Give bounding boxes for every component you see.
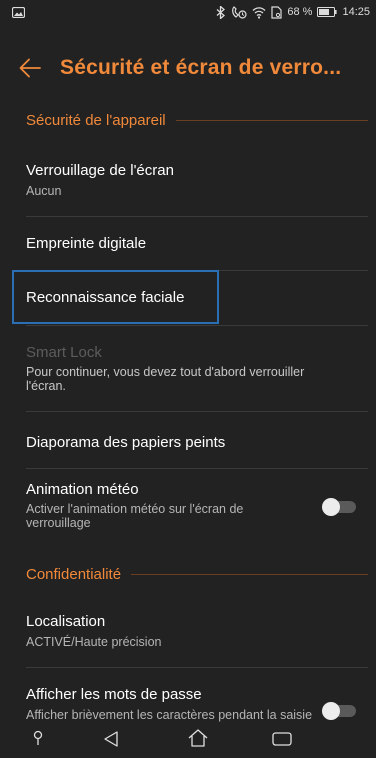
item-title: Animation météo [26, 481, 139, 498]
show-passwords-toggle[interactable] [322, 702, 356, 720]
weather-animation-toggle[interactable] [322, 498, 356, 516]
item-subtitle: Activer l'animation météo sur l'écran de… [26, 502, 244, 530]
nav-home-button[interactable] [184, 725, 212, 751]
assistant-button[interactable] [28, 728, 48, 748]
image-icon [12, 6, 25, 18]
wallpaper-slideshow-item[interactable]: Diaporama des papiers peints [0, 412, 376, 468]
item-subtitle: Pour continuer, vous devez tout d'abord … [26, 365, 305, 393]
item-title: Afficher les mots de passe [26, 686, 202, 703]
bluetooth-icon [216, 5, 226, 19]
assistant-icon [32, 730, 44, 746]
section-divider [175, 120, 368, 121]
item-title: Localisation [26, 613, 106, 630]
page-title: Sécurité et écran de verro... [60, 56, 342, 79]
location-item[interactable]: Localisation ACTIVÉ/Haute précision [0, 600, 376, 666]
status-bar: 68 % 14:25 [0, 0, 376, 24]
section-title: Sécurité de l'appareil [26, 112, 166, 129]
item-subtitle: ACTIVÉ/Haute précision [26, 635, 162, 649]
section-header-device-security: Sécurité de l'appareil [26, 112, 368, 129]
sim-icon [271, 5, 282, 19]
smart-lock-item: Smart Lock Pour continuer, vous devez to… [0, 326, 376, 411]
weather-animation-item[interactable]: Animation météo Activer l'animation mété… [0, 469, 376, 549]
back-button[interactable] [0, 40, 60, 96]
nav-recents-button[interactable] [268, 726, 296, 752]
section-divider [131, 574, 368, 575]
focus-highlight [12, 270, 219, 324]
phone-alarm-icon [231, 5, 247, 19]
navigation-bar [0, 718, 376, 758]
screen-lock-item[interactable]: Verrouillage de l'écran Aucun [0, 150, 376, 216]
item-subtitle: Aucun [26, 184, 62, 198]
fingerprint-item[interactable]: Empreinte digitale [0, 217, 376, 270]
item-title: Verrouillage de l'écran [26, 162, 174, 179]
battery-icon [317, 7, 338, 17]
recents-icon [272, 731, 292, 747]
item-title: Diaporama des papiers peints [26, 434, 226, 451]
section-header-privacy: Confidentialité [26, 566, 368, 583]
clock: 14:25 [342, 6, 370, 18]
home-icon [187, 728, 209, 748]
item-title: Smart Lock [26, 344, 102, 361]
back-icon [103, 730, 119, 748]
item-title: Empreinte digitale [26, 235, 147, 252]
app-bar: Sécurité et écran de verro... [0, 40, 376, 96]
toggle-thumb [322, 498, 340, 516]
arrow-left-icon [19, 58, 41, 78]
nav-back-button[interactable] [98, 726, 124, 752]
section-title: Confidentialité [26, 566, 122, 583]
wifi-icon [252, 6, 266, 19]
battery-percent: 68 % [287, 6, 313, 18]
